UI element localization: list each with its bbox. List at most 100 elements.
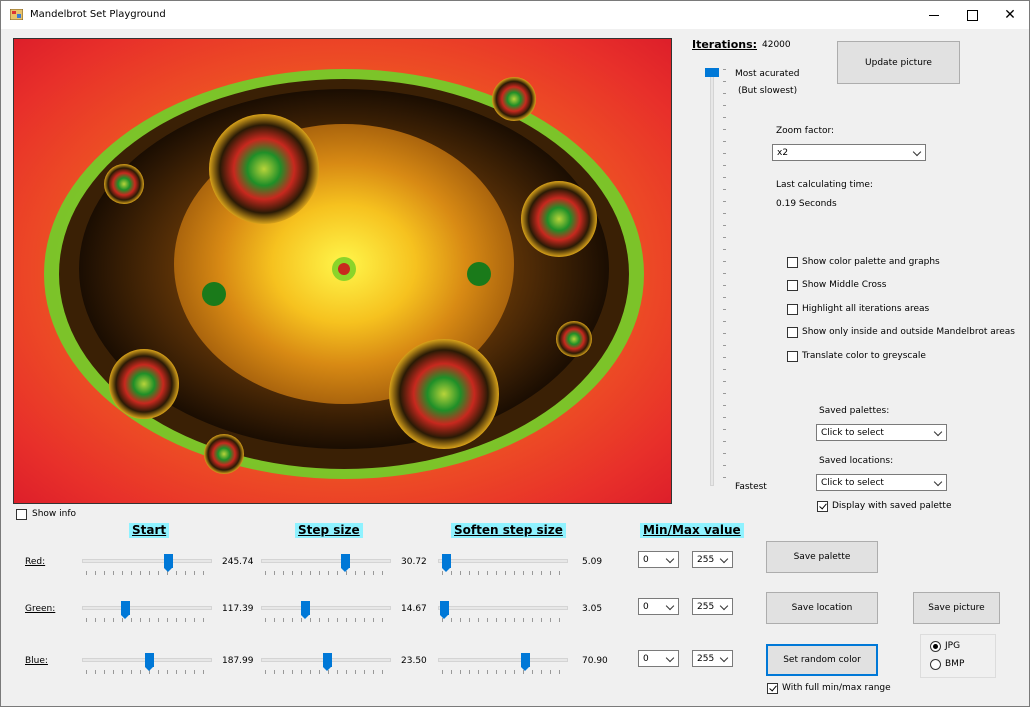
mandelbrot-picture[interactable]: [13, 38, 672, 504]
red-soften-slider-ticks: [442, 571, 566, 575]
red-min-select[interactable]: 0: [638, 551, 679, 568]
green-step-slider-thumb[interactable]: [301, 601, 310, 619]
format-jpg-radio[interactable]: [930, 641, 941, 652]
saved-locations-label: Saved locations:: [819, 456, 894, 466]
display-saved-palette-label: Display with saved palette: [832, 501, 952, 511]
red-soften-slider-track[interactable]: [438, 559, 568, 563]
saved-palettes-select[interactable]: Click to select: [816, 424, 947, 441]
red-step-slider-thumb[interactable]: [341, 554, 350, 572]
iterations-most-sub-label: (But slowest): [738, 86, 798, 96]
window-title: Mandelbrot Set Playground: [30, 9, 166, 20]
red-min-value: 0: [643, 555, 649, 565]
chevron-down-icon: [719, 601, 729, 611]
red-step-slider-track[interactable]: [261, 559, 391, 563]
update-picture-button[interactable]: Update picture: [837, 41, 960, 84]
green-step-slider-track[interactable]: [261, 606, 391, 610]
full-range-label: With full min/max range: [782, 683, 891, 693]
red-start-slider-thumb[interactable]: [164, 554, 173, 572]
blue-soften-slider-thumb[interactable]: [521, 653, 530, 671]
set-random-color-button[interactable]: Set random color: [766, 644, 878, 676]
chevron-down-icon: [933, 477, 943, 487]
blue-soften-slider-ticks: [442, 670, 566, 674]
blue-step-value: 23.50: [401, 656, 427, 666]
blue-soften-slider-track[interactable]: [438, 658, 568, 662]
green-soften-slider-track[interactable]: [438, 606, 568, 610]
option-checkbox-greyscale[interactable]: [787, 351, 798, 362]
chevron-down-icon: [719, 653, 729, 663]
iterations-most-label: Most acurated: [735, 69, 800, 79]
format-bmp-radio[interactable]: [930, 659, 941, 670]
minimize-button[interactable]: [915, 1, 953, 29]
iterations-slider-track[interactable]: [710, 69, 714, 486]
calc-time-label: Last calculating time:: [776, 180, 873, 190]
option-label-inside-outside: Show only inside and outside Mandelbrot …: [802, 327, 1015, 337]
save-location-button[interactable]: Save location: [766, 592, 878, 624]
header-min-max-value: Min/Max value: [640, 523, 744, 538]
header-step-size: Step size: [295, 523, 363, 538]
chevron-down-icon: [665, 601, 675, 611]
red-start-value: 245.74: [222, 557, 254, 567]
iterations-label: Iterations:: [692, 38, 758, 51]
blue-min-value: 0: [643, 654, 649, 664]
close-button[interactable]: ✕: [991, 1, 1029, 29]
option-checkbox-middle-cross[interactable]: [787, 280, 798, 291]
chevron-down-icon: [665, 653, 675, 663]
saved-locations-value: Click to select: [821, 478, 884, 488]
maximize-button[interactable]: [953, 1, 991, 29]
chevron-down-icon: [933, 427, 943, 437]
blue-channel-label: Blue:: [25, 656, 48, 666]
blue-min-select[interactable]: 0: [638, 650, 679, 667]
save-palette-button[interactable]: Save palette: [766, 541, 878, 573]
blue-step-slider-thumb[interactable]: [323, 653, 332, 671]
display-saved-palette-checkbox[interactable]: [817, 501, 828, 512]
zoom-factor-select[interactable]: x2: [772, 144, 926, 161]
save-picture-button[interactable]: Save picture: [913, 592, 1000, 624]
app-icon: [10, 9, 23, 20]
chevron-down-icon: [665, 554, 675, 564]
title-bar: Mandelbrot Set Playground ✕: [1, 1, 1029, 29]
zoom-factor-value: x2: [777, 148, 789, 158]
green-soften-value: 3.05: [582, 604, 603, 614]
blue-start-value: 187.99: [222, 656, 254, 666]
option-checkbox-palette[interactable]: [787, 257, 798, 268]
green-start-slider-ticks: [86, 618, 210, 622]
iterations-slider-thumb[interactable]: [705, 68, 719, 77]
red-max-value: 255: [697, 555, 715, 565]
green-soften-slider-ticks: [442, 618, 566, 622]
red-max-select[interactable]: 255: [692, 551, 733, 568]
green-soften-slider-thumb[interactable]: [440, 601, 449, 619]
saved-palettes-value: Click to select: [821, 428, 884, 438]
green-channel-label: Green:: [25, 604, 56, 614]
format-bmp-label: BMP: [945, 659, 965, 669]
green-start-slider-thumb[interactable]: [121, 601, 130, 619]
fractal-image: [14, 39, 671, 503]
red-soften-value: 5.09: [582, 557, 603, 567]
show-info-checkbox[interactable]: [16, 509, 27, 520]
green-min-select[interactable]: 0: [638, 598, 679, 615]
format-jpg-label: JPG: [945, 641, 961, 651]
red-step-value: 30.72: [401, 557, 427, 567]
option-checkbox-highlight[interactable]: [787, 304, 798, 315]
blue-soften-value: 70.90: [582, 656, 608, 666]
iterations-slider-ticks: [723, 69, 726, 486]
option-checkbox-inside-outside[interactable]: [787, 327, 798, 338]
full-range-checkbox[interactable]: [767, 683, 778, 694]
blue-start-slider-thumb[interactable]: [145, 653, 154, 671]
blue-max-select[interactable]: 255: [692, 650, 733, 667]
red-step-slider-ticks: [265, 571, 389, 575]
green-step-slider-ticks: [265, 618, 389, 622]
chevron-down-icon: [912, 147, 922, 157]
iterations-value: 42000: [762, 40, 791, 50]
app-window: Mandelbrot Set Playground ✕ Show info It…: [0, 0, 1030, 707]
green-min-value: 0: [643, 602, 649, 612]
green-max-select[interactable]: 255: [692, 598, 733, 615]
green-step-value: 14.67: [401, 604, 427, 614]
green-start-slider-track[interactable]: [82, 606, 212, 610]
red-start-slider-track[interactable]: [82, 559, 212, 563]
red-soften-slider-thumb[interactable]: [442, 554, 451, 572]
saved-locations-select[interactable]: Click to select: [816, 474, 947, 491]
iterations-fastest-label: Fastest: [735, 482, 767, 492]
zoom-factor-label: Zoom factor:: [776, 126, 835, 136]
maximize-icon: [966, 9, 978, 21]
green-start-value: 117.39: [222, 604, 254, 614]
